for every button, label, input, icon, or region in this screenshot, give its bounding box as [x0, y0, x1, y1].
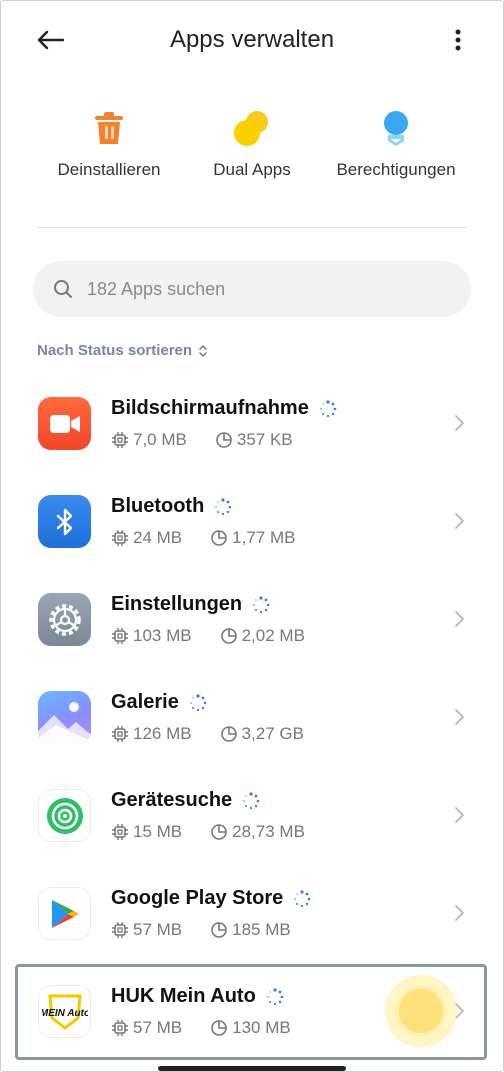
search-icon — [54, 280, 72, 298]
dual-apps-label: Dual Apps — [213, 160, 291, 179]
app-size: 126 MB — [133, 724, 192, 743]
app-row-google-play-store[interactable]: Google Play Store 57 MB 185 MB — [0, 863, 504, 961]
pie-chart-icon — [211, 530, 227, 546]
app-size: 24 MB — [133, 528, 183, 547]
loading-spinner-icon — [215, 497, 232, 515]
app-sizes: 126 MB 3,27 GB — [111, 724, 304, 744]
chevron-right-icon — [455, 611, 464, 627]
loading-spinner-icon — [319, 399, 337, 417]
pie-chart-icon — [211, 824, 227, 840]
dual-apps-icon — [232, 108, 272, 148]
data-size: 2,02 MB — [241, 626, 305, 645]
top-app-bar: Apps verwalten — [0, 0, 504, 80]
data-size: 1,77 MB — [232, 528, 296, 547]
chevron-right-icon — [455, 709, 464, 725]
uninstall-button[interactable]: Deinstallieren — [48, 108, 170, 188]
app-name: Galerie — [111, 691, 207, 714]
data-size: 28,73 MB — [232, 822, 305, 841]
data-size: 130 MB — [232, 1018, 291, 1037]
gesture-navigation-bar[interactable] — [158, 1066, 346, 1071]
app-row-bluetooth[interactable]: Bluetooth 24 MB 1,77 MB — [0, 471, 504, 569]
permissions-icon — [376, 108, 416, 148]
find-device-icon — [38, 789, 91, 842]
app-name: Bluetooth — [111, 495, 232, 518]
loading-spinner-icon — [294, 889, 311, 907]
more-vertical-icon — [455, 29, 461, 51]
sort-chevrons-icon — [199, 344, 207, 357]
app-sizes: 57 MB 185 MB — [111, 920, 291, 940]
uninstall-label: Deinstallieren — [57, 160, 161, 179]
chevron-right-icon — [455, 807, 464, 823]
app-sizes: 57 MB 130 MB — [111, 1018, 291, 1038]
sort-label: Nach Status sortieren — [37, 342, 193, 359]
data-size: 185 MB — [232, 920, 291, 939]
sort-by-status-button[interactable]: Nach Status sortieren — [37, 342, 208, 359]
search-placeholder: 182 Apps suchen — [87, 278, 226, 299]
app-name: HUK Mein Auto — [111, 985, 284, 1008]
pie-chart-icon — [211, 922, 227, 938]
loading-spinner-icon — [189, 693, 207, 711]
app-row-bildschirmaufnahme[interactable]: Bildschirmaufnahme 7,0 MB 357 KB — [0, 373, 504, 471]
chip-icon — [112, 824, 128, 840]
huk-mein-auto-icon: MEIN Auto — [38, 985, 91, 1038]
app-name: Bildschirmaufnahme — [111, 397, 337, 420]
app-row-huk-mein-auto[interactable]: MEIN Auto HUK Mein Auto 57 MB 130 MB — [0, 961, 504, 1059]
app-size: 103 MB — [133, 626, 192, 645]
chevron-right-icon — [455, 415, 464, 431]
permissions-button[interactable]: Berechtigungen — [330, 108, 462, 188]
app-name: Einstellungen — [111, 593, 270, 616]
app-name: Gerätesuche — [111, 789, 260, 812]
gallery-icon — [38, 691, 91, 744]
dual-apps-button[interactable]: Dual Apps — [196, 108, 308, 188]
trash-icon — [89, 108, 129, 148]
app-row-geraetesuche[interactable]: Gerätesuche 15 MB 28,73 MB — [0, 765, 504, 863]
app-row-einstellungen[interactable]: Einstellungen 103 MB 2,02 MB — [0, 569, 504, 667]
bluetooth-icon — [38, 495, 91, 548]
pie-chart-icon — [216, 432, 232, 448]
page-title: Apps verwalten — [169, 26, 335, 53]
app-row-galerie[interactable]: Galerie 126 MB 3,27 GB — [0, 667, 504, 765]
app-sizes: 7,0 MB 357 KB — [111, 430, 293, 450]
app-size: 57 MB — [133, 1018, 183, 1037]
app-size: 7,0 MB — [133, 430, 187, 449]
app-sizes: 15 MB 28,73 MB — [111, 822, 305, 842]
permissions-label: Berechtigungen — [336, 160, 456, 179]
more-options-button[interactable] — [440, 22, 476, 58]
app-name: Google Play Store — [111, 887, 311, 910]
chip-icon — [112, 628, 128, 644]
chevron-right-icon — [455, 905, 464, 921]
loading-spinner-icon — [253, 595, 270, 613]
app-sizes: 103 MB 2,02 MB — [111, 626, 305, 646]
settings-gear-icon — [38, 593, 91, 646]
loading-spinner-icon — [243, 791, 260, 809]
pie-chart-icon — [220, 726, 237, 742]
data-size: 357 KB — [236, 430, 293, 449]
chevron-right-icon — [455, 1003, 464, 1019]
section-divider — [37, 227, 467, 228]
svg-text:MEIN Auto: MEIN Auto — [42, 1008, 88, 1019]
app-size: 57 MB — [133, 920, 183, 939]
chevron-right-icon — [455, 513, 464, 529]
loading-spinner-icon — [266, 987, 284, 1005]
search-input[interactable]: 182 Apps suchen — [33, 261, 471, 317]
data-size: 3,27 GB — [241, 724, 304, 743]
chip-icon — [112, 530, 128, 546]
play-store-icon — [38, 887, 91, 940]
chip-icon — [112, 432, 128, 448]
pie-chart-icon — [220, 628, 237, 644]
app-size: 15 MB — [133, 822, 183, 841]
chip-icon — [112, 726, 128, 742]
app-sizes: 24 MB 1,77 MB — [111, 528, 295, 548]
app-list: Bildschirmaufnahme 7,0 MB 357 KB Bluetoo… — [0, 373, 504, 1059]
screen-recorder-icon — [38, 397, 91, 450]
pie-chart-icon — [211, 1020, 227, 1036]
chip-icon — [112, 1020, 128, 1036]
chip-icon — [112, 922, 128, 938]
